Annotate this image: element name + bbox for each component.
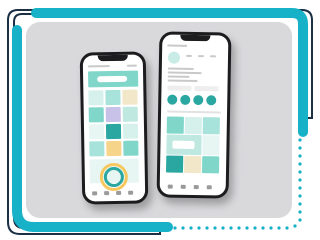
home-icon[interactable] — [92, 191, 98, 196]
stat-posts — [186, 54, 193, 57]
highlight-circle[interactable] — [206, 95, 217, 106]
bio-line — [167, 75, 190, 78]
profile-icon[interactable] — [206, 185, 212, 190]
highlight-circle[interactable] — [180, 94, 191, 105]
grid-tile — [105, 123, 122, 140]
bio-line — [167, 79, 198, 83]
grid-tile — [166, 116, 184, 134]
phone-right-screen — [159, 34, 229, 196]
grid-tile — [88, 107, 104, 123]
profile-name-bar — [87, 65, 110, 68]
notch-icon — [97, 54, 128, 62]
grid-tile — [122, 89, 138, 105]
share-profile-button[interactable] — [194, 86, 219, 92]
profile-name-bar — [167, 44, 188, 47]
reels-icon[interactable] — [193, 185, 199, 190]
stat-followers — [198, 55, 205, 58]
search-icon[interactable] — [180, 184, 186, 189]
grid-tile — [88, 90, 104, 106]
grid-tile — [123, 140, 139, 156]
grid-tile — [105, 106, 121, 123]
bio-line — [167, 67, 194, 70]
grid-tile — [184, 116, 202, 135]
highlight-circle[interactable] — [167, 94, 178, 105]
stat-following — [210, 55, 217, 58]
mockup-backdrop — [26, 22, 292, 218]
edit-profile-button[interactable] — [167, 85, 192, 91]
grid-tile — [202, 117, 220, 135]
home-icon[interactable] — [167, 184, 173, 189]
feature-card — [172, 140, 195, 150]
reels-icon[interactable] — [116, 190, 122, 195]
grid-tile — [122, 106, 138, 122]
grid-tile — [165, 155, 184, 173]
grid-tile — [106, 140, 122, 157]
profile-menu-bar — [126, 64, 137, 67]
grid-tile — [202, 135, 220, 156]
phone-right — [156, 31, 232, 199]
banner-pill — [97, 75, 128, 83]
phone-left — [79, 51, 149, 205]
profile-icon[interactable] — [128, 190, 134, 195]
grid-tile — [122, 123, 139, 139]
grid-tile — [201, 156, 220, 174]
grid-tile — [88, 124, 105, 140]
grid-tile — [183, 155, 202, 174]
grid-tile — [89, 141, 105, 157]
notch-icon — [180, 34, 211, 42]
profile-tabs — [167, 110, 222, 114]
bio-line — [167, 71, 202, 75]
highlight-circle[interactable] — [193, 94, 204, 106]
search-icon[interactable] — [104, 191, 110, 196]
avatar[interactable] — [167, 51, 181, 64]
grid-tile — [105, 89, 121, 106]
phone-left-screen — [82, 54, 146, 202]
